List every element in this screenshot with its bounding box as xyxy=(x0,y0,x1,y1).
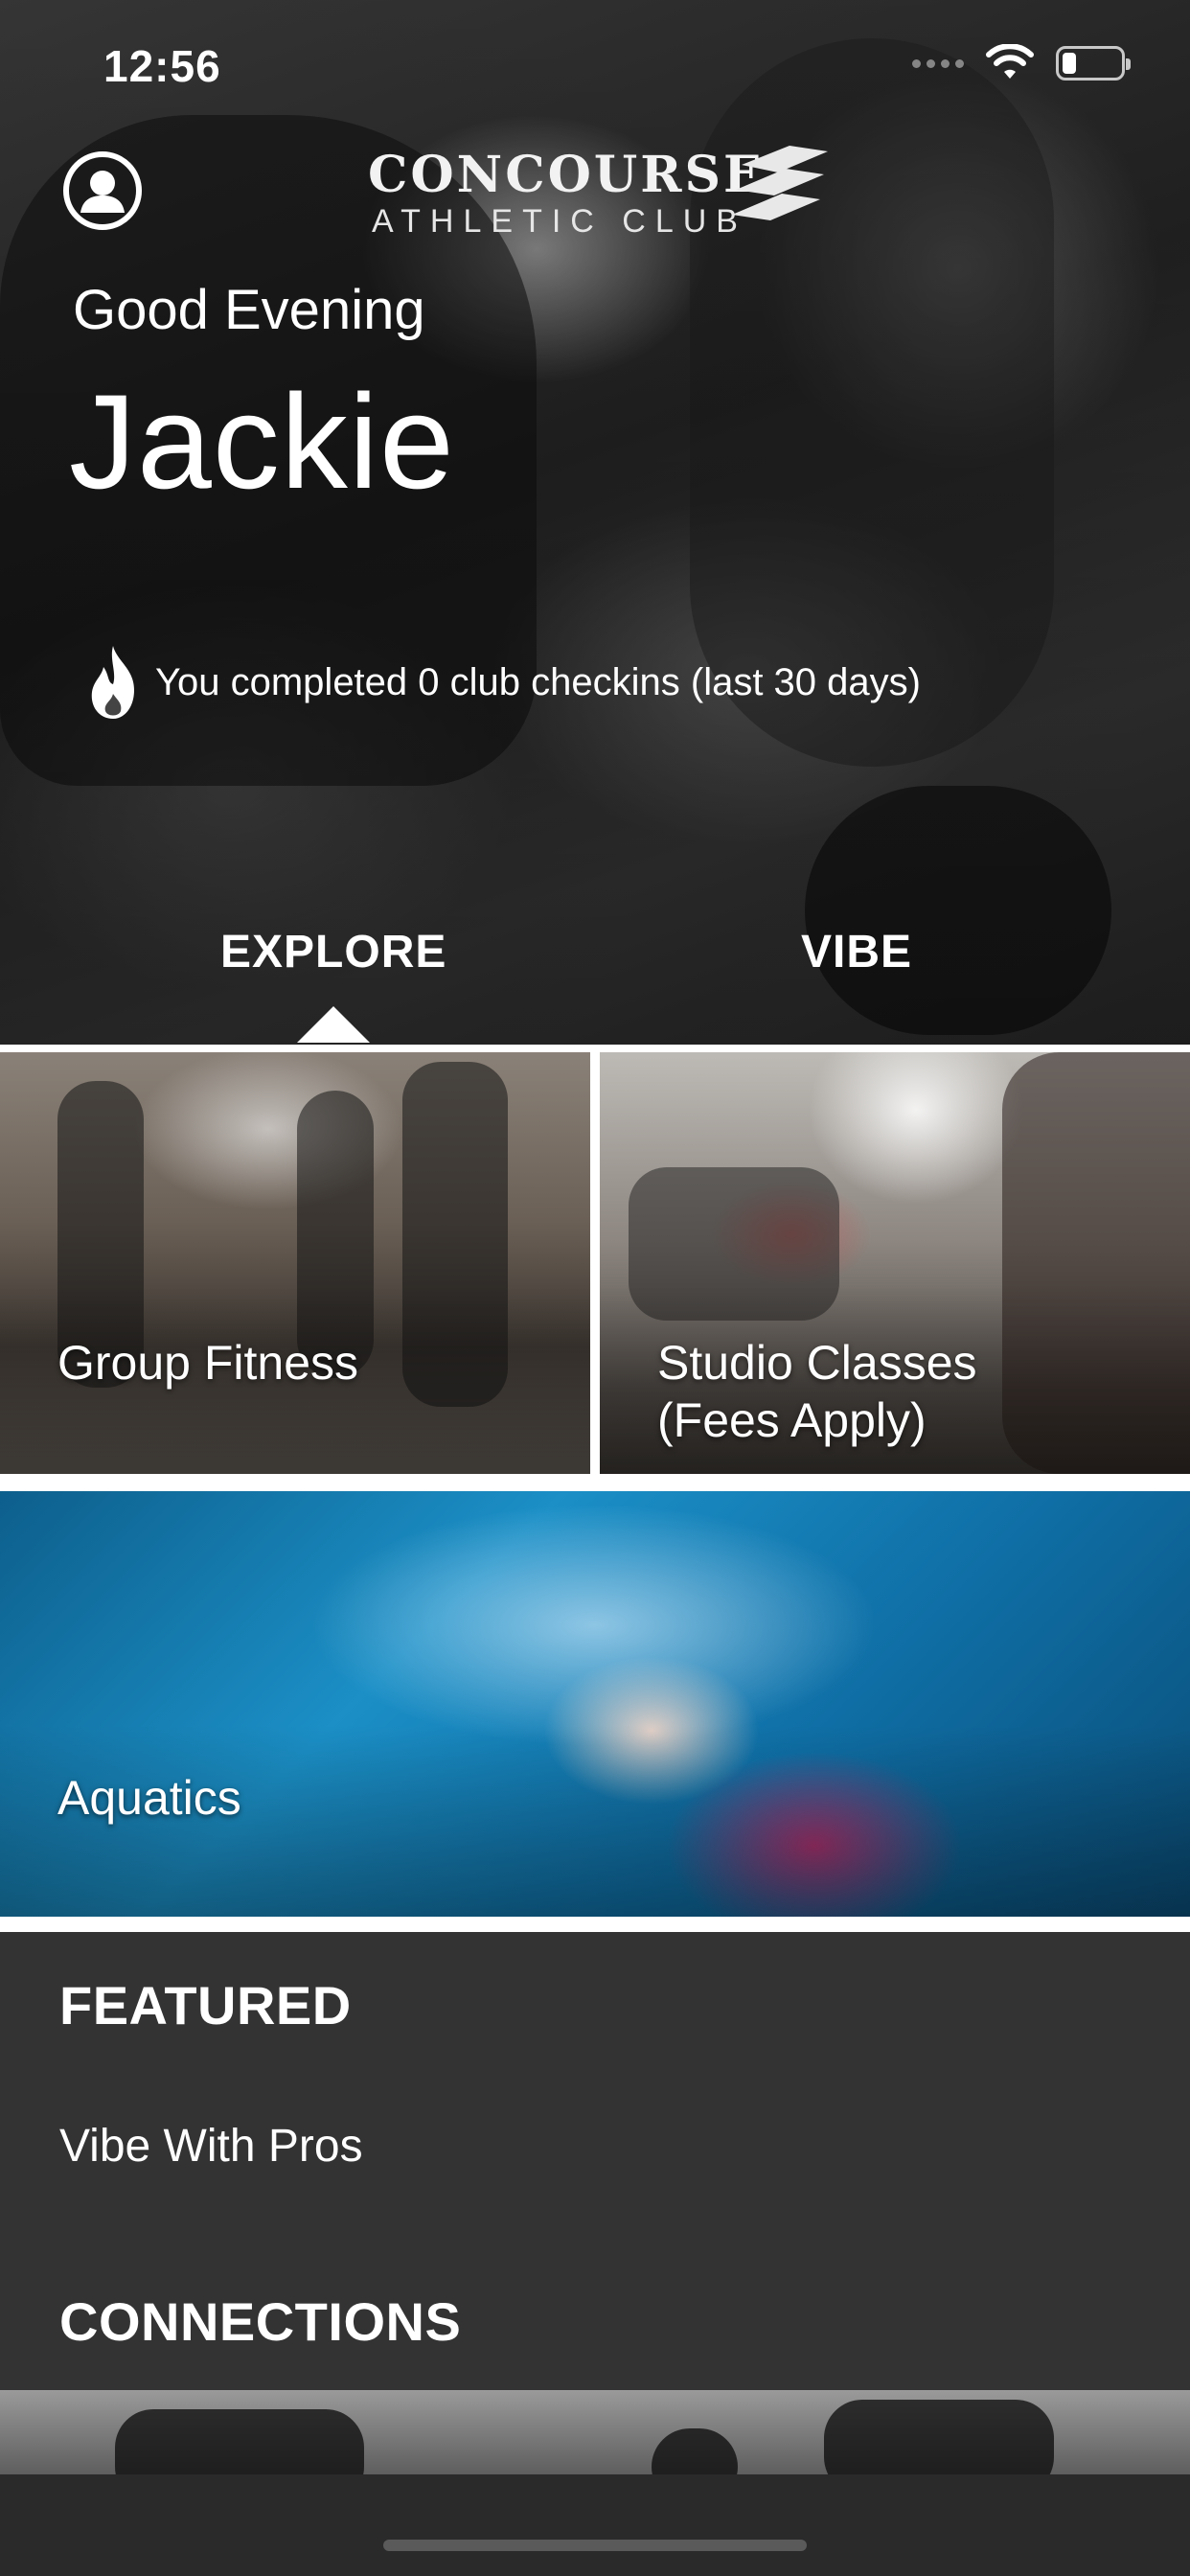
checkins-text: You completed 0 club checkins (last 30 d… xyxy=(155,660,921,703)
tab-vibe[interactable]: VIBE xyxy=(801,926,912,978)
active-tab-indicator xyxy=(297,1006,370,1043)
greeting-text: Good Evening xyxy=(73,279,425,341)
tab-explore[interactable]: EXPLORE xyxy=(220,926,446,978)
checkins-summary: You completed 0 club checkins (last 30 d… xyxy=(84,644,921,721)
aquatics-label: Aquatics xyxy=(57,1771,241,1825)
logo-main-text: CONCOURSE xyxy=(368,146,765,204)
cellular-signal-icon xyxy=(912,58,964,68)
profile-button[interactable] xyxy=(63,151,142,230)
home-indicator[interactable] xyxy=(383,2540,807,2551)
aquatics-tile[interactable]: Aquatics xyxy=(0,1491,1190,1917)
flame-icon xyxy=(91,646,134,719)
connections-image[interactable] xyxy=(0,2390,1190,2474)
user-profile-icon xyxy=(80,171,125,213)
studio-classes-label: Studio Classes (Fees Apply) xyxy=(657,1336,977,1447)
explore-tiles: Group Fitness Studio Classes (Fees Apply… xyxy=(0,1045,1190,1932)
status-icons xyxy=(912,44,1131,82)
battery-icon xyxy=(1056,46,1131,80)
group-fitness-tile[interactable]: Group Fitness xyxy=(0,1052,590,1474)
hero-banner: 12:56 CONCOURSE ATHLETIC CLUB Good Eveni… xyxy=(0,0,1190,1045)
connections-heading: CONNECTIONS xyxy=(59,2291,462,2352)
featured-item-vibe-with-pros[interactable]: Vibe With Pros xyxy=(59,2120,363,2173)
status-time: 12:56 xyxy=(103,41,221,91)
featured-heading: FEATURED xyxy=(59,1975,352,2036)
user-name: Jackie xyxy=(69,366,455,517)
wifi-icon xyxy=(986,44,1034,79)
club-logo: CONCOURSE ATHLETIC CLUB xyxy=(368,146,828,242)
logo-mark-icon xyxy=(732,146,828,220)
group-fitness-label: Group Fitness xyxy=(57,1336,359,1390)
bottom-bar xyxy=(0,2474,1190,2576)
section-tabs: EXPLORE VIBE xyxy=(0,926,1190,1045)
studio-classes-tile[interactable]: Studio Classes (Fees Apply) xyxy=(600,1052,1190,1474)
logo-sub-text: ATHLETIC CLUB xyxy=(372,203,747,240)
